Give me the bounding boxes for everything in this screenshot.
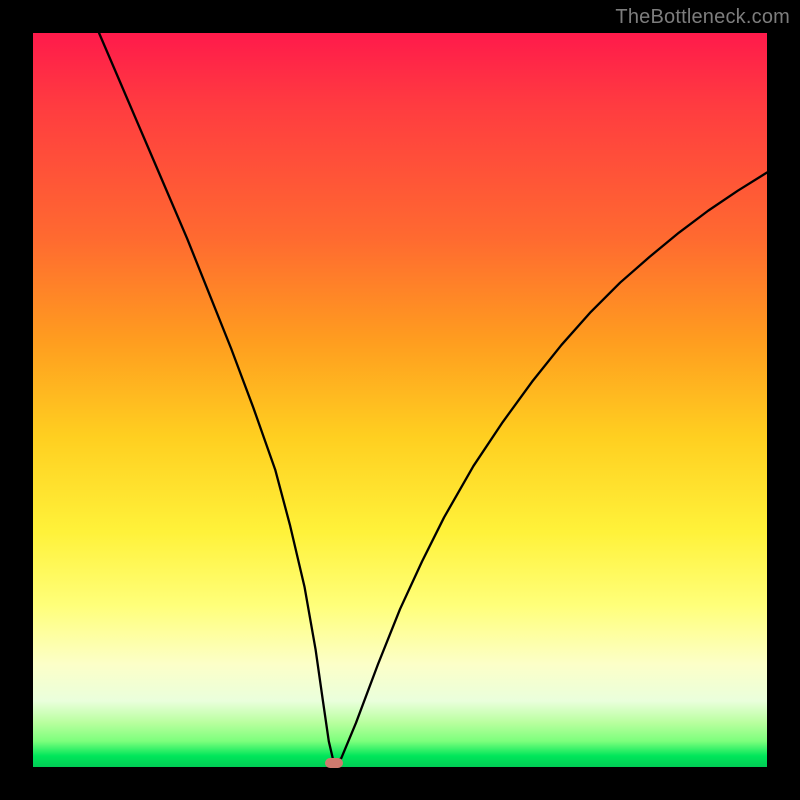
bottleneck-curve-path — [99, 33, 767, 763]
watermark-text: TheBottleneck.com — [615, 6, 790, 29]
chart-curve — [33, 33, 767, 767]
chart-frame: TheBottleneck.com — [0, 0, 800, 800]
optimum-marker — [325, 758, 343, 768]
